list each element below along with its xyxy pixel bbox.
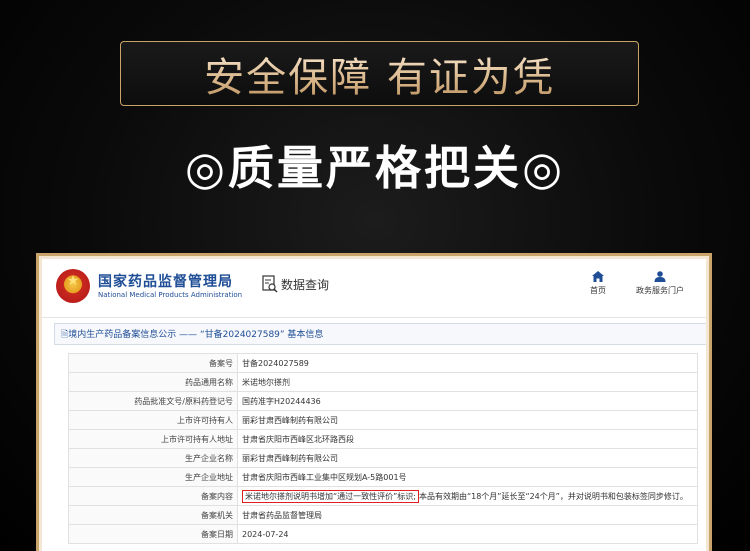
table-row: 药品通用名称 米诺地尔搽剂 xyxy=(68,372,698,392)
row-value: 米诺地尔搽剂说明书增加“通过一致性评价”标识; 本品有效期由“18个月”延长至“2… xyxy=(237,486,698,506)
table-row: 生产企业名称 丽彩甘肃西峰制药有限公司 xyxy=(68,448,698,468)
row-key: 生产企业地址 xyxy=(68,467,238,487)
org-name-en: National Medical Products Administration xyxy=(98,291,243,299)
row-key: 药品通用名称 xyxy=(68,372,238,392)
row-value: 甘肃省庆阳市西峰区北环路西段 xyxy=(237,429,698,449)
row-key: 备案内容 xyxy=(68,486,238,506)
row-value: 甘肃省药品监督管理局 xyxy=(237,505,698,525)
table-row: 药品批准文号/原料药登记号 国药准字H20244436 xyxy=(68,391,698,411)
section-title: 🗎境内生产药品备案信息公示 —— “甘备2024027589” 基本信息 xyxy=(54,323,706,345)
banner-title: 安全保障 有证为凭 xyxy=(204,45,555,103)
row-value: 丽彩甘肃西峰制药有限公司 xyxy=(237,448,698,468)
highlighted-text: 米诺地尔搽剂说明书增加“通过一致性评价”标识; xyxy=(242,489,419,503)
table-row: 生产企业地址 甘肃省庆阳市西峰工业集中区规划A-5路001号 xyxy=(68,467,698,487)
row-value: 2024-07-24 xyxy=(237,524,698,544)
row-value-rest: 本品有效期由“18个月”延长至“24个月”，并对说明书和包装标签同步修订。 xyxy=(418,491,688,501)
nmpa-web-page: 国家药品监督管理局 National Medical Products Admi… xyxy=(42,259,706,551)
screenshot-frame: 国家药品监督管理局 National Medical Products Admi… xyxy=(36,253,712,551)
nav-service-portal[interactable]: 政务服务门户 xyxy=(636,271,684,296)
search-document-icon xyxy=(262,275,278,293)
data-query-label: 数据查询 xyxy=(281,277,330,292)
nav-service-label: 政务服务门户 xyxy=(636,286,684,295)
data-query-link[interactable]: 数据查询 xyxy=(262,275,329,293)
record-detail-table: 备案号 甘备2024027589 药品通用名称 米诺地尔搽剂 药品批准文号/原料… xyxy=(68,353,698,544)
nav-home[interactable]: 首页 xyxy=(590,271,606,296)
row-key: 备案机关 xyxy=(68,505,238,525)
national-emblem-icon xyxy=(56,269,90,303)
table-row: 上市许可持有人 丽彩甘肃西峰制药有限公司 xyxy=(68,410,698,430)
table-row: 备案机关 甘肃省药品监督管理局 xyxy=(68,505,698,525)
row-value: 国药准字H20244436 xyxy=(237,391,698,411)
table-row: 备案内容 米诺地尔搽剂说明书增加“通过一致性评价”标识; 本品有效期由“18个月”… xyxy=(68,486,698,506)
row-key: 上市许可持有人地址 xyxy=(68,429,238,449)
site-header: 国家药品监督管理局 National Medical Products Admi… xyxy=(42,259,706,318)
row-key: 备案日期 xyxy=(68,524,238,544)
banner: 安全保障 有证为凭 xyxy=(120,41,639,106)
table-row: 备案号 甘备2024027589 xyxy=(68,353,698,373)
row-value: 甘备2024027589 xyxy=(237,353,698,373)
org-name-cn[interactable]: 国家药品监督管理局 xyxy=(98,271,233,291)
nav-home-label: 首页 xyxy=(590,286,606,295)
home-icon xyxy=(592,271,604,282)
row-key: 生产企业名称 xyxy=(68,448,238,468)
row-key: 药品批准文号/原料药登记号 xyxy=(68,391,238,411)
table-row: 备案日期 2024-07-24 xyxy=(68,524,698,544)
subheading: ◎质量严格把关◎ xyxy=(184,141,566,195)
row-value: 丽彩甘肃西峰制药有限公司 xyxy=(237,410,698,430)
row-key: 上市许可持有人 xyxy=(68,410,238,430)
row-key: 备案号 xyxy=(68,353,238,373)
row-value: 米诺地尔搽剂 xyxy=(237,372,698,392)
user-icon xyxy=(654,271,666,282)
table-row: 上市许可持有人地址 甘肃省庆阳市西峰区北环路西段 xyxy=(68,429,698,449)
row-value: 甘肃省庆阳市西峰工业集中区规划A-5路001号 xyxy=(237,467,698,487)
